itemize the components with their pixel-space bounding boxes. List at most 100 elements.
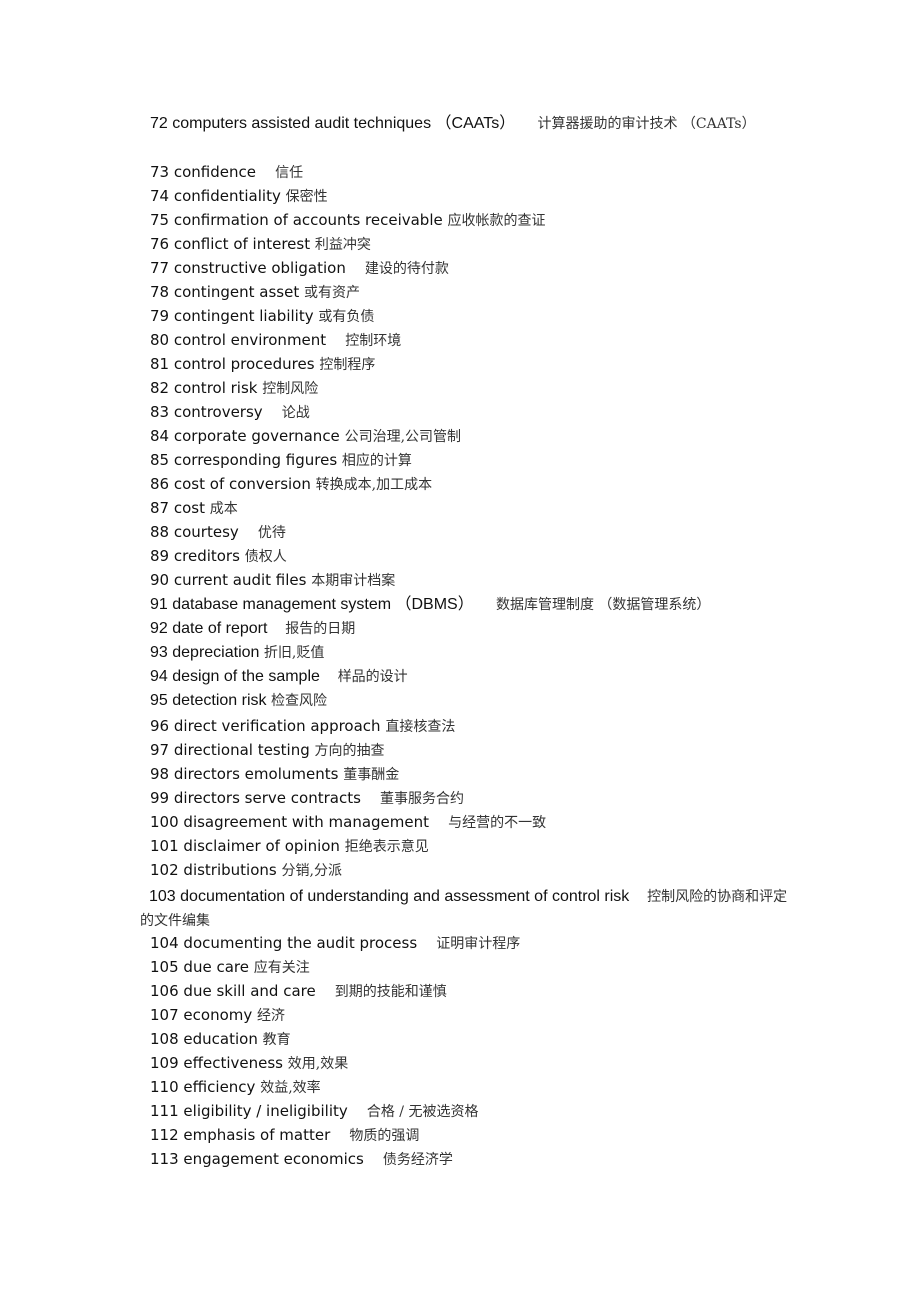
glossary-entry: 75 confirmation of accounts receivable 应… [150,210,546,231]
entry-term: efficiency [183,1078,256,1096]
entry-translation: 董事酬金 [343,767,400,783]
entry-translation: 物质的强调 [349,1128,420,1144]
entry-term: documentation of understanding and asses… [180,888,630,905]
glossary-entry: 97 directional testing 方向的抽查 [150,740,385,761]
glossary-entry: 110 efficiency 效益,效率 [150,1077,321,1098]
entry-term: courtesy [173,523,239,541]
entry-translation: 公司治理,公司管制 [344,429,462,445]
entry-term: contingent asset [173,283,300,301]
entry-number: 84 [150,427,170,445]
entry-number: 82 [150,379,170,397]
glossary-entry: 109 effectiveness 效用,效果 [150,1053,348,1074]
entry-number: 93 [150,644,168,661]
glossary-entry: 108 education 教育 [150,1029,291,1050]
entry-number: 85 [150,451,170,469]
entry-number: 99 [150,789,170,807]
glossary-entry: 104 documenting the audit process 证明审计程序 [150,933,520,954]
glossary-entry: 83 controversy 论战 [150,402,310,423]
glossary-entry: 88 courtesy 优待 [150,522,286,543]
glossary-entry: 91 database management system （DBMS） 数据库… [150,595,710,615]
entry-term: current audit files [173,571,307,589]
entry-translation: 优待 [257,525,286,541]
entry-translation: 论战 [281,405,310,421]
glossary-entry: 79 contingent liability 或有负债 [150,306,374,327]
glossary-entry: 80 control environment 控制环境 [150,330,401,351]
glossary-entry: 112 emphasis of matter 物质的强调 [150,1125,419,1146]
entry-translation: 应有关注 [253,960,310,976]
glossary-entry: 82 control risk 控制风险 [150,378,318,399]
entry-translation: 或有资产 [303,285,360,301]
entry-number: 73 [150,163,170,181]
entry-number: 98 [150,765,170,783]
entry-number: 112 [150,1126,179,1144]
entry-translation: 教育 [262,1032,291,1048]
glossary-entry: 113 engagement economics 债务经济学 [150,1149,453,1170]
entry-term: documenting the audit process [183,934,418,952]
entry-translation: 债权人 [244,549,287,565]
glossary-entry: 84 corporate governance 公司治理,公司管制 [150,426,461,447]
glossary-entry: 81 control procedures 控制程序 [150,354,375,375]
glossary-entry: 103 documentation of understanding and a… [140,885,790,933]
entry-translation: 控制环境 [345,333,402,349]
glossary-entry: 100 disagreement with management 与经营的不一致 [150,812,546,833]
entry-translation: 建设的待付款 [364,261,449,277]
entry-number: 78 [150,283,170,301]
entry-number: 108 [150,1030,179,1048]
entry-translation: 样品的设计 [337,669,408,685]
entry-term: confidence [173,163,256,181]
glossary-entry: 95 detection risk 检查风险 [150,691,327,711]
entry-translation: 董事服务合约 [379,791,464,807]
entry-term: directors emoluments [173,765,339,783]
glossary-entry: 99 directors serve contracts 董事服务合约 [150,788,464,809]
entry-translation: 保密性 [285,189,328,205]
entry-number: 107 [150,1006,179,1024]
entry-term: effectiveness [183,1054,283,1072]
entry-translation: 方向的抽查 [314,743,385,759]
entry-number: 104 [150,934,179,952]
entry-number: 100 [150,813,179,831]
entry-term: detection risk [172,692,267,709]
entry-term: direct verification approach [173,717,381,735]
entry-term: control risk [173,379,258,397]
entry-term: computers assisted audit techniques （CAA… [172,115,516,132]
entry-number: 110 [150,1078,179,1096]
glossary-entry: 106 due skill and care 到期的技能和谨慎 [150,981,447,1002]
entry-number: 91 [150,596,168,613]
entry-number: 96 [150,717,170,735]
entry-term: creditors [173,547,240,565]
entry-term: date of report [172,620,268,637]
entry-translation: 经济 [257,1008,286,1024]
entry-translation: 证明审计程序 [436,936,521,952]
entry-translation: 成本 [209,501,238,517]
entry-term: confidentiality [173,187,281,205]
entry-translation: 或有负债 [318,309,375,325]
glossary-entry: 96 direct verification approach 直接核查法 [150,716,455,737]
entry-translation: 控制程序 [319,357,376,373]
entry-term: corresponding figures [173,451,338,469]
glossary-entry: 76 conflict of interest 利益冲突 [150,234,371,255]
entry-translation: 利益冲突 [314,237,371,253]
entry-translation: 分销,分派 [281,863,342,879]
glossary-entry: 74 confidentiality 保密性 [150,186,328,207]
glossary-entry: 85 corresponding figures 相应的计算 [150,450,412,471]
entry-term: eligibility / ineligibility [183,1102,348,1120]
entry-translation: 检查风险 [270,693,327,709]
entry-number: 75 [150,211,170,229]
entry-translation: 信任 [275,165,304,181]
entry-translation: 控制风险 [262,381,319,397]
glossary-entry: 98 directors emoluments 董事酬金 [150,764,399,785]
entry-translation: 债务经济学 [382,1152,453,1168]
entry-translation: 相应的计算 [341,453,412,469]
entry-term: due care [183,958,249,976]
entry-number: 72 [150,115,168,132]
entry-translation: 到期的技能和谨慎 [334,984,447,1000]
entry-number: 87 [150,499,170,517]
glossary-entry: 102 distributions 分销,分派 [150,860,342,881]
entry-term: economy [183,1006,253,1024]
entry-translation: 计算器援助的审计技术 （CAATs） [537,116,756,132]
entry-translation: 与经营的不一致 [448,815,547,831]
entry-number: 105 [150,958,179,976]
entry-number: 88 [150,523,170,541]
entry-translation: 直接核查法 [385,719,456,735]
glossary-entry: 101 disclaimer of opinion 拒绝表示意见 [150,836,429,857]
